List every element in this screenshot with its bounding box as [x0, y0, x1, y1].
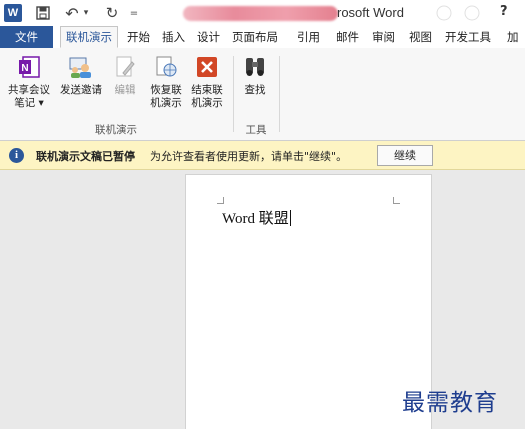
- ribbon-panel: N 共享会议 笔记 ▾ 发送邀请 编辑 恢复联 机演示 结束联 机演示 联机演示: [0, 48, 525, 141]
- tab-view[interactable]: 视图: [409, 26, 432, 48]
- tab-page-layout[interactable]: 页面布局: [232, 26, 278, 48]
- svg-text:N: N: [21, 63, 28, 74]
- help-icon[interactable]: ?: [500, 4, 508, 19]
- tab-references[interactable]: 引用: [297, 26, 320, 48]
- tab-developer[interactable]: 开发工具: [445, 26, 491, 48]
- margin-marker: [217, 197, 224, 204]
- decorative-skull-pattern-icon: [436, 5, 480, 21]
- edit-label: 编辑: [114, 84, 136, 96]
- word-app-icon[interactable]: W: [4, 4, 22, 22]
- tab-file[interactable]: 文件: [0, 26, 53, 48]
- text-cursor: [289, 210, 291, 226]
- watermark: 最需教育: [402, 390, 498, 415]
- end-online-icon: [194, 54, 220, 80]
- document-text: Word 联盟: [222, 211, 289, 227]
- tab-overflow[interactable]: 加: [507, 26, 519, 48]
- send-invite-icon: [68, 54, 94, 80]
- send-invitations-button[interactable]: 发送邀请: [56, 54, 106, 97]
- undo-dropdown-icon[interactable]: ▾: [81, 3, 91, 23]
- tab-insert[interactable]: 插入: [162, 26, 185, 48]
- end-online-label-2: 机演示: [191, 97, 223, 109]
- resume-online-label-2: 机演示: [150, 97, 182, 109]
- message-bar-title: 联机演示文稿已暂停: [36, 150, 135, 163]
- share-meeting-notes-label: 共享会议: [8, 84, 50, 96]
- tab-mailings[interactable]: 邮件: [336, 26, 359, 48]
- margin-marker: [393, 197, 400, 204]
- title-bar: W ↶ ▾ ↻ = rosoft Word ?: [0, 0, 525, 26]
- tab-review[interactable]: 审阅: [372, 26, 395, 48]
- message-bar: i 联机演示文稿已暂停 为允许查看者使用更新，请单击"继续"。 继续: [0, 141, 525, 170]
- tab-online-presentation[interactable]: 联机演示: [60, 26, 118, 48]
- binoculars-icon: [242, 54, 268, 80]
- resume-online-presentation-button[interactable]: 恢复联 机演示: [146, 54, 186, 110]
- window-title: rosoft Word: [337, 5, 404, 20]
- redacted-title-region: [183, 6, 338, 21]
- group-label-online-presentation: 联机演示: [95, 124, 137, 136]
- ribbon-tab-bar: 文件 联机演示 开始 插入 设计 页面布局 引用 邮件 审阅 视图 开发工具 加: [0, 26, 525, 49]
- send-invitations-label: 发送邀请: [60, 84, 102, 96]
- find-button[interactable]: 查找: [240, 54, 270, 97]
- save-icon[interactable]: [32, 3, 54, 23]
- share-meeting-notes-label-2: 笔记 ▾: [14, 97, 44, 109]
- continue-button[interactable]: 继续: [377, 145, 433, 166]
- tab-design[interactable]: 设计: [197, 26, 220, 48]
- end-online-presentation-button[interactable]: 结束联 机演示: [187, 54, 227, 110]
- resume-online-icon: [153, 54, 179, 80]
- edit-icon: [112, 54, 138, 80]
- resume-online-label: 恢复联: [150, 84, 182, 96]
- group-separator: [233, 56, 234, 132]
- find-label: 查找: [244, 84, 266, 96]
- document-body[interactable]: Word 联盟: [222, 207, 291, 228]
- redo-icon[interactable]: ↻: [103, 3, 121, 23]
- tab-home[interactable]: 开始: [127, 26, 150, 48]
- group-label-tools: 工具: [245, 124, 267, 136]
- edit-button[interactable]: 编辑: [110, 54, 140, 97]
- onenote-icon: N: [16, 54, 42, 80]
- info-icon: i: [9, 148, 24, 163]
- customize-qat-icon[interactable]: =: [128, 3, 140, 23]
- group-separator: [279, 56, 280, 132]
- message-bar-text: 为允许查看者使用更新，请单击"继续"。: [150, 150, 348, 163]
- end-online-label: 结束联: [191, 84, 223, 96]
- share-meeting-notes-button[interactable]: N 共享会议 笔记 ▾: [4, 54, 54, 110]
- undo-icon[interactable]: ↶: [63, 3, 81, 23]
